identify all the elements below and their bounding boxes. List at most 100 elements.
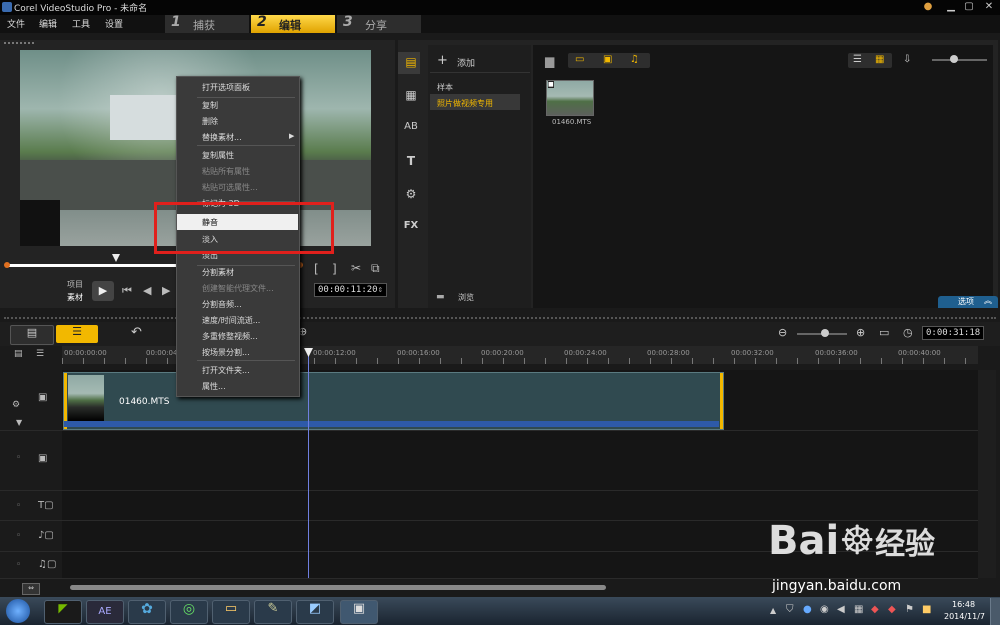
browse-button[interactable]: 浏览 bbox=[458, 292, 474, 303]
menu-edit[interactable]: 编辑 bbox=[39, 17, 57, 30]
after-effects-icon[interactable]: AE bbox=[86, 600, 124, 624]
menu-item-paste-all-attributes[interactable]: 粘贴所有属性 bbox=[202, 166, 250, 177]
menu-item-properties[interactable]: 属性... bbox=[202, 381, 226, 392]
tray-settings-icon[interactable]: ◉ bbox=[820, 604, 829, 615]
next-frame-icon[interactable]: ▶ bbox=[162, 284, 170, 297]
add-icon[interactable]: + bbox=[437, 53, 448, 68]
transition-icon[interactable]: AB bbox=[402, 121, 420, 137]
tray-alert2-icon[interactable]: ◆ bbox=[888, 604, 896, 615]
menu-file[interactable]: 文件 bbox=[7, 17, 25, 30]
previous-frame-icon[interactable]: ◀ bbox=[143, 284, 151, 297]
taskbar-date[interactable]: 2014/11/7 bbox=[944, 612, 985, 621]
title-icon[interactable]: T bbox=[402, 154, 420, 170]
menu-item-delete[interactable]: 删除 bbox=[202, 116, 218, 127]
help-icon[interactable]: ● bbox=[921, 1, 935, 13]
editor-icon[interactable]: ✎ bbox=[254, 600, 292, 624]
play-button[interactable]: ▶ bbox=[92, 281, 114, 301]
menu-item-split-clip[interactable]: 分割素材 bbox=[202, 267, 234, 278]
show-hidden-icons[interactable]: ▲ bbox=[770, 606, 776, 615]
timecode-display[interactable]: 00:00:11:20⇕ bbox=[314, 283, 388, 297]
add-folder-button[interactable]: 添加 bbox=[457, 56, 475, 69]
videostudio-taskbar-icon[interactable]: ▣ bbox=[340, 600, 378, 624]
menu-item-copy[interactable]: 复制 bbox=[202, 100, 218, 111]
tab-capture[interactable]: 1 捕获 bbox=[165, 14, 250, 33]
storyboard-view-button[interactable]: ▤ bbox=[10, 325, 54, 345]
undo-icon[interactable]: ↶ bbox=[131, 325, 142, 340]
clip-mode-label[interactable]: 素材 bbox=[67, 292, 83, 303]
browser-icon[interactable]: ◎ bbox=[170, 600, 208, 624]
minimize-button[interactable]: ▁ bbox=[944, 1, 958, 13]
maximize-button[interactable]: ▢ bbox=[962, 1, 976, 13]
track-visibility-icon[interactable]: ◦ bbox=[16, 560, 21, 570]
track-manager-icon[interactable]: ▤ bbox=[14, 349, 23, 359]
track-visibility-icon[interactable]: ◦ bbox=[16, 453, 21, 463]
tray-alert-icon[interactable]: ◆ bbox=[871, 604, 879, 615]
menu-item-open-options[interactable]: 打开选项面板 bbox=[202, 82, 250, 93]
menu-item-smart-proxy[interactable]: 创建智能代理文件... bbox=[202, 283, 274, 294]
menu-item-replace-clip[interactable]: 替换素材... bbox=[202, 132, 242, 143]
app-window-icon[interactable]: ◩ bbox=[296, 600, 334, 624]
sort-icon[interactable]: ⇩ bbox=[903, 54, 911, 65]
scissors-icon[interactable]: ✂ bbox=[351, 261, 361, 275]
options-button[interactable]: 选项 ︽ bbox=[938, 296, 998, 308]
zoom-in-icon[interactable]: ⊕ bbox=[856, 326, 865, 339]
graphic-icon[interactable]: ⚙ bbox=[402, 187, 420, 203]
track-visibility-icon[interactable]: ◦ bbox=[16, 531, 21, 541]
tray-flag-icon[interactable]: ⚑ bbox=[905, 604, 914, 615]
taskbar-time[interactable]: 16:48 bbox=[952, 600, 975, 609]
menu-item-open-folder[interactable]: 打开文件夹... bbox=[202, 365, 250, 376]
mark-in-icon[interactable]: [ bbox=[314, 262, 319, 276]
folder-sample[interactable]: 样本 bbox=[437, 82, 453, 93]
timeline-horizontal-scrollbar[interactable] bbox=[70, 585, 606, 590]
project-label[interactable]: 项目 bbox=[67, 279, 83, 290]
show-desktop-button[interactable] bbox=[990, 598, 1000, 625]
network-icon[interactable]: ▦ bbox=[854, 604, 863, 615]
zoom-slider-handle[interactable] bbox=[821, 329, 829, 337]
menu-tools[interactable]: 工具 bbox=[72, 17, 90, 30]
start-button[interactable] bbox=[6, 599, 30, 623]
track-expand-icon[interactable]: ▼ bbox=[16, 418, 22, 427]
timeline-view-button[interactable]: ☰ bbox=[56, 325, 98, 343]
close-button[interactable]: ✕ bbox=[982, 1, 996, 13]
folder-photo-video[interactable]: 照片做视频专用 bbox=[437, 98, 493, 109]
folder-icon[interactable]: ▆ bbox=[545, 54, 554, 68]
tray-app-icon[interactable]: ● bbox=[803, 604, 812, 615]
chapter-point-icon[interactable]: ☰ bbox=[36, 349, 44, 359]
menu-item-speed-time-lapse[interactable]: 速度/时间流逝... bbox=[202, 315, 260, 326]
timeline-zoom-fit-icon[interactable]: ⇔ bbox=[22, 583, 40, 595]
browse-icon[interactable]: ▬ bbox=[436, 292, 445, 302]
menu-item-copy-attributes[interactable]: 复制属性 bbox=[202, 150, 234, 161]
enlarge-icon[interactable]: ⧉ bbox=[371, 261, 380, 276]
file-explorer-icon[interactable]: ▭ bbox=[212, 600, 250, 624]
playhead-line[interactable] bbox=[308, 350, 309, 578]
menu-item-paste-selective[interactable]: 粘贴可选属性... bbox=[202, 182, 258, 193]
menu-item-split-audio[interactable]: 分割音频... bbox=[202, 299, 242, 310]
nvidia-icon[interactable]: ◤ bbox=[44, 600, 82, 624]
volume-icon[interactable]: ◀ bbox=[837, 604, 845, 615]
title-track[interactable] bbox=[62, 491, 978, 521]
show-audio-icon[interactable]: ♫ bbox=[630, 54, 639, 65]
instant-project-icon[interactable]: ▦ bbox=[402, 88, 420, 104]
mark-out-icon[interactable]: ] bbox=[332, 262, 337, 276]
filter-icon[interactable]: FX bbox=[402, 220, 420, 236]
media-player-icon[interactable]: ✿ bbox=[128, 600, 166, 624]
home-icon[interactable]: ⏮ bbox=[122, 284, 132, 298]
thumbnail-view-icon[interactable]: ▦ bbox=[875, 54, 884, 65]
overlay-track[interactable] bbox=[62, 431, 978, 491]
show-photos-icon[interactable]: ▣ bbox=[603, 54, 612, 65]
menu-item-split-by-scene[interactable]: 按场景分割... bbox=[202, 347, 250, 358]
list-view-icon[interactable]: ☰ bbox=[853, 54, 862, 65]
tab-edit[interactable]: 2 编辑 bbox=[251, 14, 336, 33]
menu-settings[interactable]: 设置 bbox=[105, 17, 123, 30]
tray-misc-icon[interactable]: ■ bbox=[922, 604, 931, 615]
tab-share[interactable]: 3 分享 bbox=[337, 14, 422, 33]
thumbnail-size-handle[interactable] bbox=[950, 55, 958, 63]
fit-project-icon[interactable]: ▭ bbox=[879, 326, 889, 339]
timeline-clip[interactable]: 01460.MTS bbox=[63, 372, 724, 430]
timeline-vertical-scrollbar[interactable] bbox=[978, 370, 996, 578]
track-settings-icon[interactable]: ⚙ bbox=[12, 400, 20, 410]
media-icon[interactable]: ▤ bbox=[402, 55, 420, 71]
thumbnail-size-slider[interactable] bbox=[932, 59, 987, 61]
zoom-out-icon[interactable]: ⊖ bbox=[778, 326, 787, 339]
clip-trim-right[interactable] bbox=[720, 373, 723, 429]
